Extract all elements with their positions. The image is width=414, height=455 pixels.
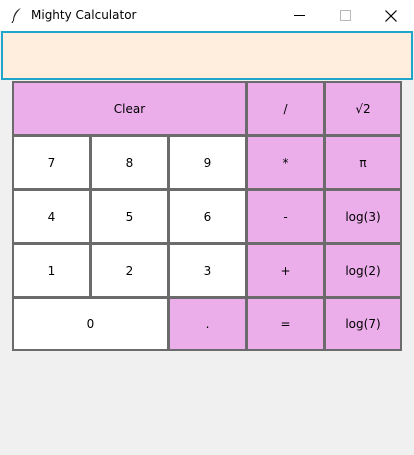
maximize-button-control[interactable] xyxy=(322,0,368,31)
calculator-display[interactable] xyxy=(1,31,413,80)
digit-3-button[interactable]: 3 xyxy=(168,243,247,298)
digit-0-button[interactable]: 0 xyxy=(12,297,169,351)
digit-6-button[interactable]: 6 xyxy=(168,189,247,244)
log2-button[interactable]: log(2) xyxy=(324,243,402,298)
clear-button[interactable]: Clear xyxy=(12,81,247,136)
digit-2-button[interactable]: 2 xyxy=(90,243,169,298)
divide-button[interactable]: / xyxy=(246,81,325,136)
digit-7-button[interactable]: 7 xyxy=(12,135,91,190)
minimize-icon xyxy=(293,15,305,16)
close-button-control[interactable] xyxy=(368,0,414,31)
plus-button[interactable]: + xyxy=(246,243,325,298)
pi-button[interactable]: π xyxy=(324,135,402,190)
maximize-icon xyxy=(339,10,351,21)
sqrt2-button[interactable]: √2 xyxy=(324,81,402,136)
digit-1-button[interactable]: 1 xyxy=(12,243,91,298)
minimize-button-control[interactable] xyxy=(276,0,322,31)
digit-9-button[interactable]: 9 xyxy=(168,135,247,190)
digit-4-button[interactable]: 4 xyxy=(12,189,91,244)
window-title: Mighty Calculator xyxy=(31,8,137,22)
log7-button[interactable]: log(7) xyxy=(324,297,402,351)
decimal-button[interactable]: . xyxy=(168,297,247,351)
digit-8-button[interactable]: 8 xyxy=(90,135,169,190)
equals-button[interactable]: = xyxy=(246,297,325,351)
close-icon xyxy=(385,9,397,22)
multiply-button[interactable]: * xyxy=(246,135,325,190)
log3-button[interactable]: log(3) xyxy=(324,189,402,244)
digit-5-button[interactable]: 5 xyxy=(90,189,169,244)
minus-button[interactable]: - xyxy=(246,189,325,244)
feather-icon xyxy=(11,8,21,23)
